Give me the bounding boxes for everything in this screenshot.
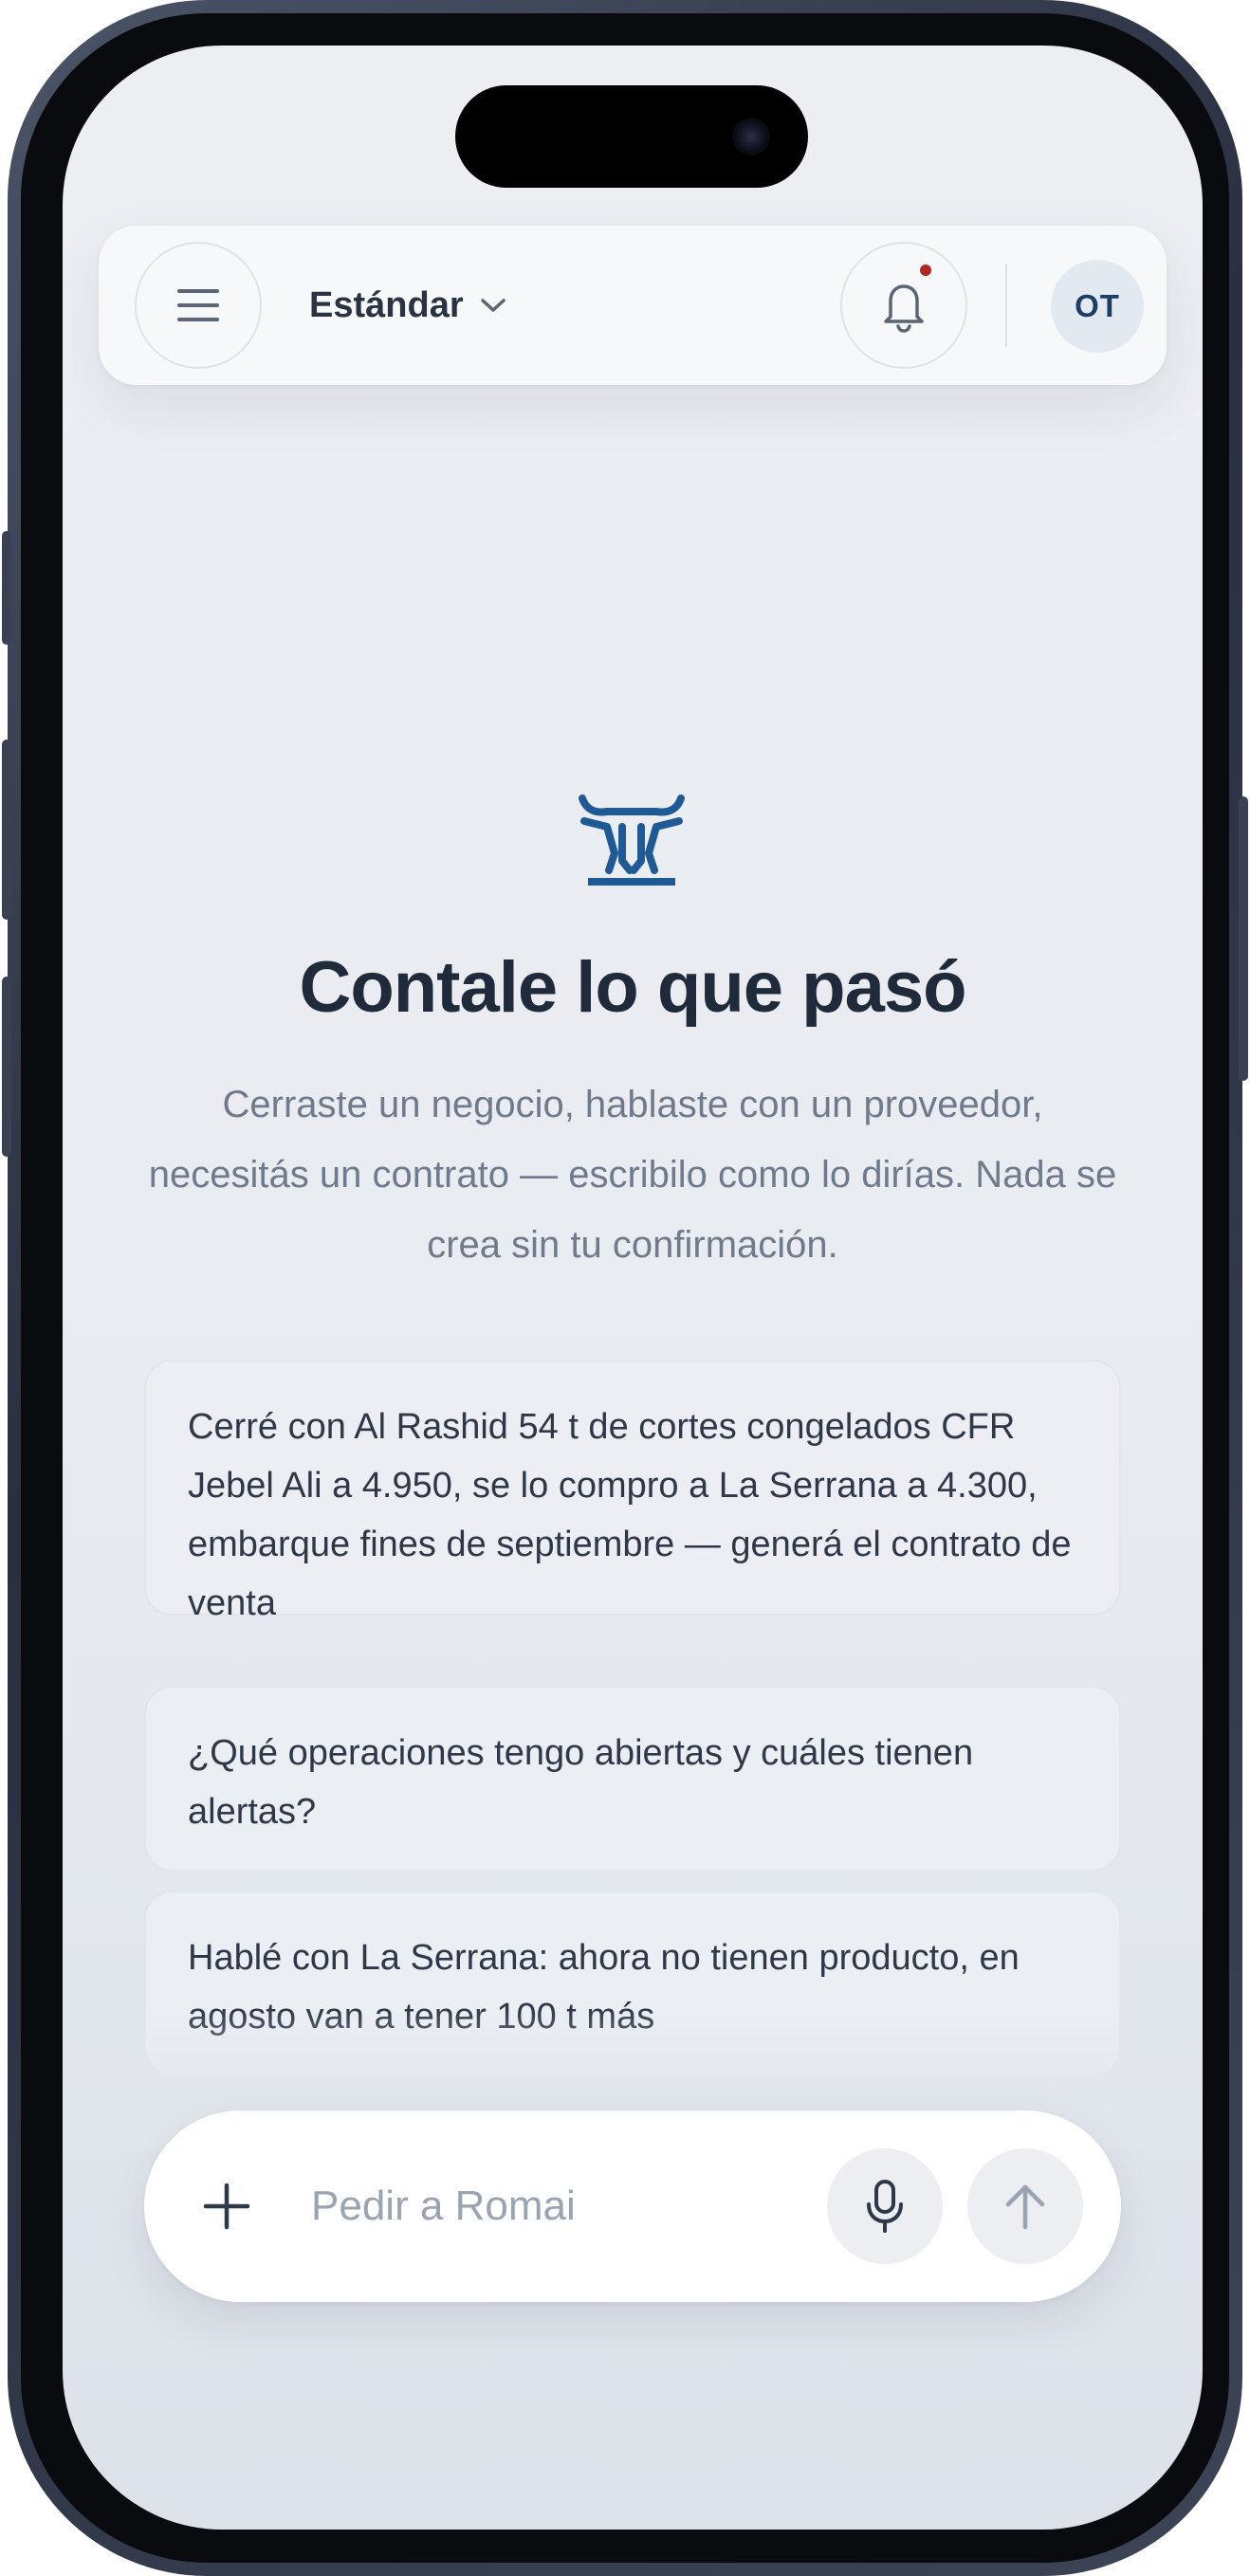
avatar[interactable]: OT [1051, 260, 1144, 353]
volume-down-button [2, 977, 11, 1157]
mode-selector[interactable]: Estándar [309, 277, 507, 334]
hamburger-icon [177, 289, 219, 321]
unread-dot [920, 265, 931, 276]
menu-button[interactable] [135, 242, 262, 369]
dynamic-island [455, 85, 808, 188]
volume-up-button [2, 740, 11, 920]
top-bar: Estándar OT [99, 226, 1167, 385]
microphone-icon [867, 2180, 903, 2233]
notifications-button[interactable] [840, 242, 967, 369]
plus-icon [203, 2183, 250, 2230]
arrow-up-icon [1005, 2184, 1045, 2230]
add-attachment-button[interactable] [197, 2177, 256, 2236]
camera-icon [732, 118, 770, 155]
prompt-input[interactable] [311, 2173, 785, 2239]
divider [1005, 264, 1007, 347]
bull-head-icon [579, 795, 685, 886]
page-subtitle: Cerraste un negocio, hablaste con un pro… [148, 1084, 1117, 1266]
chevron-down-icon [480, 299, 506, 312]
app-screen: Estándar OT Contale lo que pasó Cerraste… [63, 46, 1203, 2530]
action-button [2, 531, 11, 645]
send-button[interactable] [967, 2148, 1083, 2264]
power-button [1239, 796, 1248, 1081]
suggestion-card[interactable]: Cerré con Al Rashid 54 t de cortes conge… [144, 1360, 1121, 1623]
suggestion-card[interactable]: ¿Qué operaciones tengo abiertas y cuáles… [144, 1686, 1121, 1872]
phone-frame: Estándar OT Contale lo que pasó Cerraste… [2, 0, 1248, 2576]
microphone-button[interactable] [827, 2148, 943, 2264]
avatar-initials: OT [1075, 288, 1120, 323]
composer [144, 2110, 1121, 2302]
page-title: Contale lo que pasó [299, 947, 966, 1028]
bell-icon [884, 284, 924, 333]
mode-label: Estándar [309, 284, 464, 325]
